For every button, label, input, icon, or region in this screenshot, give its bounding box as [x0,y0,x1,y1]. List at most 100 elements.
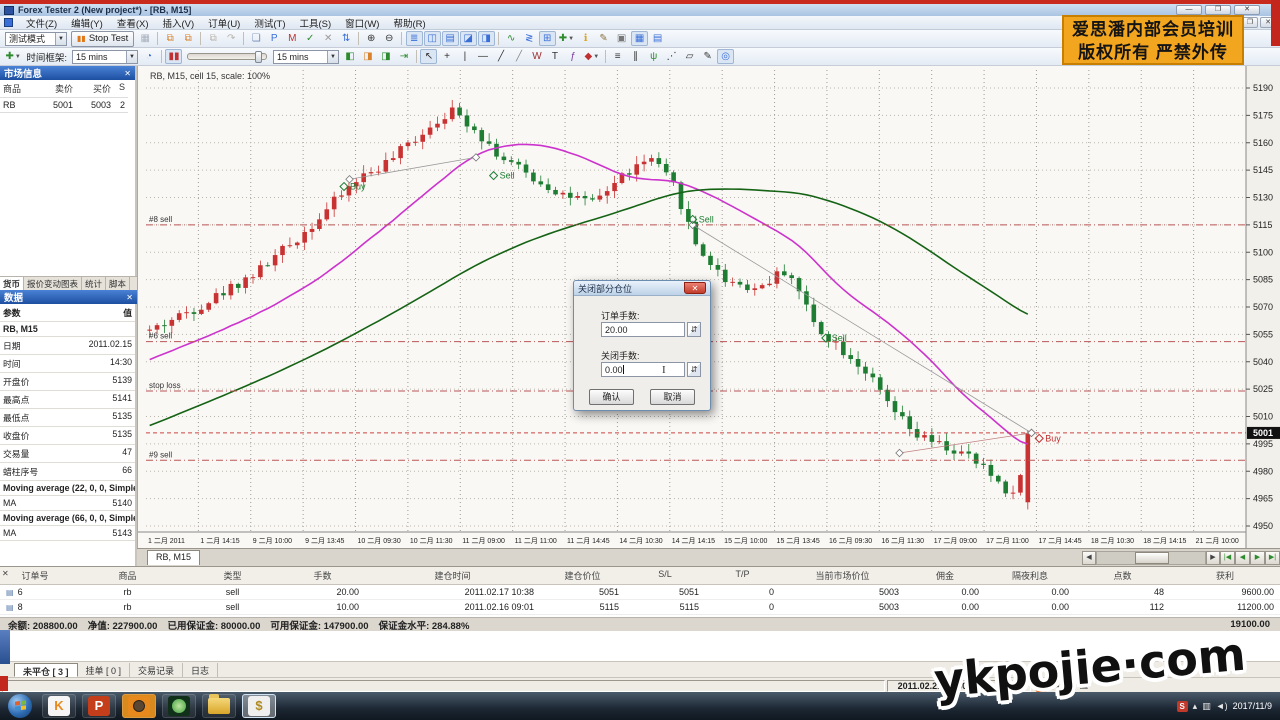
go-prev-icon[interactable]: ◀ [1235,551,1250,565]
modify-order-icon[interactable]: ✓ [302,31,319,46]
fibonacci-icon[interactable]: ⋰ [663,49,680,64]
scroll-right-icon[interactable]: ▶ [1206,551,1220,565]
scroll-left-icon[interactable]: ◀ [1082,551,1096,565]
dock-tab-2[interactable]: 挂单 [ 0 ] [78,663,131,677]
refresh-icon[interactable]: ⇅ [338,31,355,46]
journal-icon[interactable]: ✎ [595,31,612,46]
zoom-in-icon[interactable]: ⊕ [363,31,380,46]
cascade-windows-icon[interactable]: ◨ [478,31,495,46]
taskbar-photo-viewer-icon[interactable] [122,694,156,718]
step-back-icon[interactable]: ◧ [341,49,358,64]
ray-tool-icon[interactable]: ╱ [510,49,527,64]
menu-item-9[interactable]: 帮助(R) [386,15,432,31]
menu-item-3[interactable]: 查看(X) [110,15,156,31]
taskbar-forex-tester-icon[interactable]: $ [242,694,276,718]
copy-icon[interactable]: ⧉ [162,31,179,46]
new-order-icon[interactable]: ❏ [248,31,265,46]
freehand-icon[interactable]: ✎ [699,49,716,64]
menu-item-4[interactable]: 插入(V) [155,15,201,31]
restore-button[interactable]: ❐ [1205,5,1231,15]
indicators-icon[interactable]: ∿ [503,31,520,46]
pending-order-icon[interactable]: P [266,31,283,46]
trendline-tool-icon[interactable]: ╱ [492,49,509,64]
zoom-out-icon[interactable]: ⊖ [381,31,398,46]
close-lots-spinner[interactable]: ⇵ [687,362,701,377]
child-restore-button[interactable]: ❐ [1242,17,1258,28]
speed-slider[interactable] [187,53,267,60]
hline-tool-icon[interactable]: — [474,49,491,64]
go-first-icon[interactable]: |◀ [1220,551,1235,565]
wave-tool-icon[interactable]: W [528,49,545,64]
channel-icon[interactable]: ▱ [681,49,698,64]
dock-tab-1[interactable]: 未平仓 [ 3 ] [14,663,78,677]
quotes-window-icon[interactable]: ▤ [649,31,666,46]
collapsed-panel-strip[interactable] [0,630,10,664]
market-watch-cell[interactable]: RB [0,98,40,113]
dock-close-icon[interactable]: ✕ [2,569,9,578]
chart-tab[interactable]: RB, M15 [147,550,200,565]
forward-icon[interactable]: ↷ [223,31,240,46]
vgrid-icon[interactable]: ∥ [627,49,644,64]
oscillators-icon[interactable]: ≷ [521,31,538,46]
minimize-button[interactable]: — [1176,5,1202,15]
market-watch-tab-2[interactable]: 报价变动图表 [24,277,82,290]
order-lots-spinner[interactable]: ⇵ [687,322,701,337]
cancel-button[interactable]: 取消 [650,389,695,405]
cursor-tool-icon[interactable]: ↖ [420,49,437,64]
chart-template-icon[interactable]: ▦ [137,31,154,46]
taskbar-k-player-icon[interactable]: K [42,694,76,718]
dock-tab-4[interactable]: 日志 [183,663,218,677]
shapes-tool-icon[interactable]: ◆▼ [582,49,601,64]
close-button[interactable]: ✕ [1234,5,1260,15]
crosshair-tool-icon[interactable]: + [438,49,455,64]
scroll-track[interactable] [1096,551,1206,565]
slider-thumb[interactable] [255,51,262,63]
menu-item-1[interactable]: 文件(Z) [19,15,64,31]
patterns-icon[interactable]: ≡ [609,49,626,64]
add-indicator-icon[interactable]: ✚▼ [557,31,576,46]
taskbar-antivirus-icon[interactable] [162,694,196,718]
text-tool-icon[interactable]: T [546,49,563,64]
test-mode-select[interactable]: 测试模式▼ [5,32,67,46]
go-next-icon[interactable]: ▶ [1250,551,1265,565]
close-lots-input[interactable]: 0.00I [601,362,685,377]
scroll-thumb[interactable] [1135,552,1169,564]
formula-tool-icon[interactable]: ƒ [564,49,581,64]
order-lots-input[interactable]: 20.00 [601,322,685,337]
taskbar-powerpoint-icon[interactable]: P [82,694,116,718]
stop-test-button[interactable]: ▮▮Stop Test [71,31,134,47]
market-watch-close-icon[interactable]: ✕ [124,69,131,78]
menu-item-6[interactable]: 测试(T) [247,15,292,31]
tile-windows-icon[interactable]: ◪ [460,31,477,46]
speed-select[interactable]: 15 mins▼ [273,50,339,64]
dialog-title-bar[interactable]: 关闭部分仓位 ✕ [574,281,710,296]
line-mode-icon[interactable]: ▤ [442,31,459,46]
confirm-button[interactable]: 确认 [589,389,634,405]
menu-item-7[interactable]: 工具(S) [293,15,339,31]
pitchfork-icon[interactable]: ψ [645,49,662,64]
step-bar-icon[interactable]: ◨ [377,49,394,64]
market-watch-tab-1[interactable]: 货币 [0,277,24,290]
market-watch-tab-3[interactable]: 统计 [82,277,106,290]
bars-mode-icon[interactable]: ≣ [406,31,423,46]
magnet-icon[interactable]: ◎ [717,49,734,64]
timeframe-select[interactable]: 15 mins▼ [72,50,138,64]
step-forward-icon[interactable]: ◨ [359,49,376,64]
new-chart-icon[interactable]: ✚▼ [4,49,23,64]
jump-forward-icon[interactable]: ⇥ [395,49,412,64]
menu-item-2[interactable]: 编辑(Y) [64,15,110,31]
go-last-icon[interactable]: ▶| [1265,551,1280,565]
market-watch-tab-4[interactable]: 脚本 [106,277,130,290]
delete-order-icon[interactable]: ✕ [320,31,337,46]
taskbar-explorer-icon[interactable] [202,694,236,718]
menu-item-5[interactable]: 订单(U) [201,15,247,31]
market-order-icon[interactable]: M [284,31,301,46]
info-icon[interactable]: ℹ [577,31,594,46]
pause-icon[interactable]: ▮▮ [165,49,182,64]
dialog-close-button[interactable]: ✕ [684,282,706,294]
dock-tab-3[interactable]: 交易记录 [130,663,183,677]
start-button[interactable] [8,694,32,718]
data-window-icon[interactable]: ⊞ [539,31,556,46]
copy-picture-icon[interactable]: ⧉ [205,31,222,46]
vline-tool-icon[interactable]: | [456,49,473,64]
